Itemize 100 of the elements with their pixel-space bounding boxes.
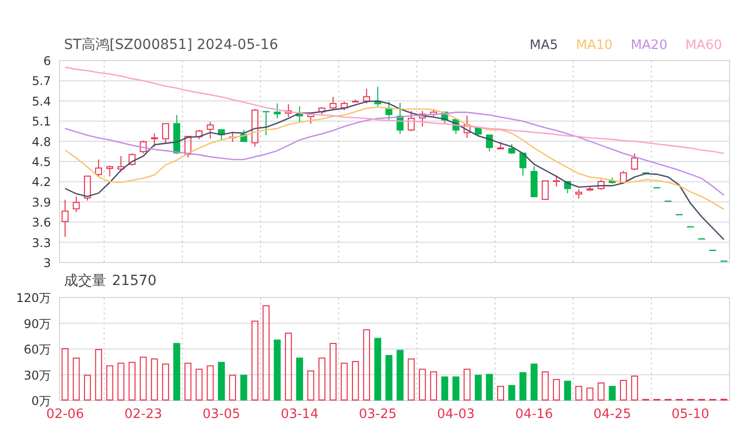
axis-label: 04-16 [515, 407, 553, 422]
candlestick [564, 181, 572, 194]
candlestick [385, 101, 392, 120]
candlestick [307, 112, 314, 124]
candlestick [408, 110, 415, 132]
candlestick [430, 109, 438, 117]
legend-label: MA10 [576, 38, 613, 52]
candlestick [251, 108, 258, 148]
candlestick [173, 114, 180, 155]
candlestick [318, 106, 326, 115]
volume-bar [542, 371, 549, 400]
axis-label: 120万 [16, 292, 51, 305]
candlestick [608, 177, 616, 184]
legend-label: MA5 [530, 38, 558, 52]
volume-bar [374, 338, 382, 400]
axis-label: 5.4 [32, 94, 51, 108]
volume-bar [598, 382, 605, 400]
candlestick [642, 172, 650, 174]
candlestick [262, 110, 270, 136]
volume-bar [84, 374, 91, 400]
axis-label: 0万 [31, 394, 51, 408]
volume-bar [441, 376, 448, 400]
volume-bar [474, 374, 482, 400]
candlestick [117, 156, 124, 172]
candlestick [598, 179, 605, 190]
volume-bar [296, 358, 304, 400]
volume-bar [352, 361, 359, 400]
candlestick [676, 214, 683, 216]
volume-bar [452, 376, 460, 400]
axis-label: 4.5 [32, 155, 51, 169]
candlestick [240, 129, 248, 142]
volume-value: 21570 [112, 273, 157, 289]
candlestick [631, 152, 638, 171]
volume-bar [95, 349, 102, 400]
candlestick [128, 152, 136, 166]
candlestick [664, 200, 672, 202]
candlestick [340, 101, 348, 111]
legend-label: MA20 [630, 38, 668, 52]
candlestick [206, 121, 214, 140]
volume-bar [486, 374, 493, 400]
candlestick [686, 226, 694, 228]
volume-bar [106, 365, 114, 400]
candlestick [162, 123, 170, 144]
candlestick [653, 187, 660, 188]
axis-label: 02-23 [124, 407, 162, 422]
candlestick [330, 96, 337, 110]
candlestick [552, 175, 560, 187]
volume-label: 成交量 [64, 272, 106, 290]
volume-bar [307, 370, 314, 400]
axis-label: 02-06 [46, 407, 84, 422]
volume-bar [72, 358, 80, 400]
candlestick [497, 141, 504, 150]
candlestick [586, 186, 594, 192]
volume-bar [128, 362, 136, 400]
volume-bar [396, 350, 404, 400]
candlestick [519, 152, 526, 176]
volume-bar [184, 362, 192, 400]
axis-label: 6 [43, 55, 51, 68]
candlestick [698, 238, 706, 240]
volume-bar [586, 388, 594, 400]
volume-bar [430, 371, 438, 400]
candlestick [150, 132, 158, 148]
legend-label: MA60 [685, 38, 722, 52]
volume-bar [117, 362, 124, 400]
volume-bar [519, 372, 526, 400]
volume-bar [385, 355, 392, 400]
candlestick [62, 199, 69, 238]
volume-bar [218, 362, 225, 400]
axis-label: 03-25 [358, 407, 397, 422]
axis-label: 04-03 [437, 407, 475, 422]
candlestick [84, 176, 91, 202]
candlestick [140, 140, 147, 154]
volume-bar [150, 358, 158, 400]
candlestick [274, 103, 281, 119]
volume-bar [62, 348, 69, 400]
volume-bar [206, 365, 214, 400]
volume-bar [173, 343, 180, 400]
candlestick [464, 115, 471, 138]
axis-label: 4.8 [32, 134, 51, 149]
candlestick [72, 196, 80, 212]
candlestick [486, 134, 493, 152]
volume-bar [363, 329, 370, 400]
candlestick [441, 112, 448, 124]
candlestick [474, 127, 482, 138]
volume-bar [162, 364, 170, 400]
candlestick [418, 110, 426, 127]
candlestick [284, 104, 292, 118]
candlestick [542, 180, 549, 200]
axis-label: 30万 [24, 368, 51, 382]
candlestick [218, 129, 225, 140]
volume-bar [608, 386, 616, 400]
candlestick [296, 106, 304, 123]
candlestick [530, 166, 538, 198]
axis-label: 5.1 [32, 114, 51, 129]
volume-bar [274, 340, 281, 400]
candlestick [196, 129, 203, 140]
volume-bar [620, 380, 627, 400]
candlestick [184, 136, 192, 158]
axis-label: 03-05 [202, 407, 240, 422]
volume-bar [284, 332, 292, 400]
